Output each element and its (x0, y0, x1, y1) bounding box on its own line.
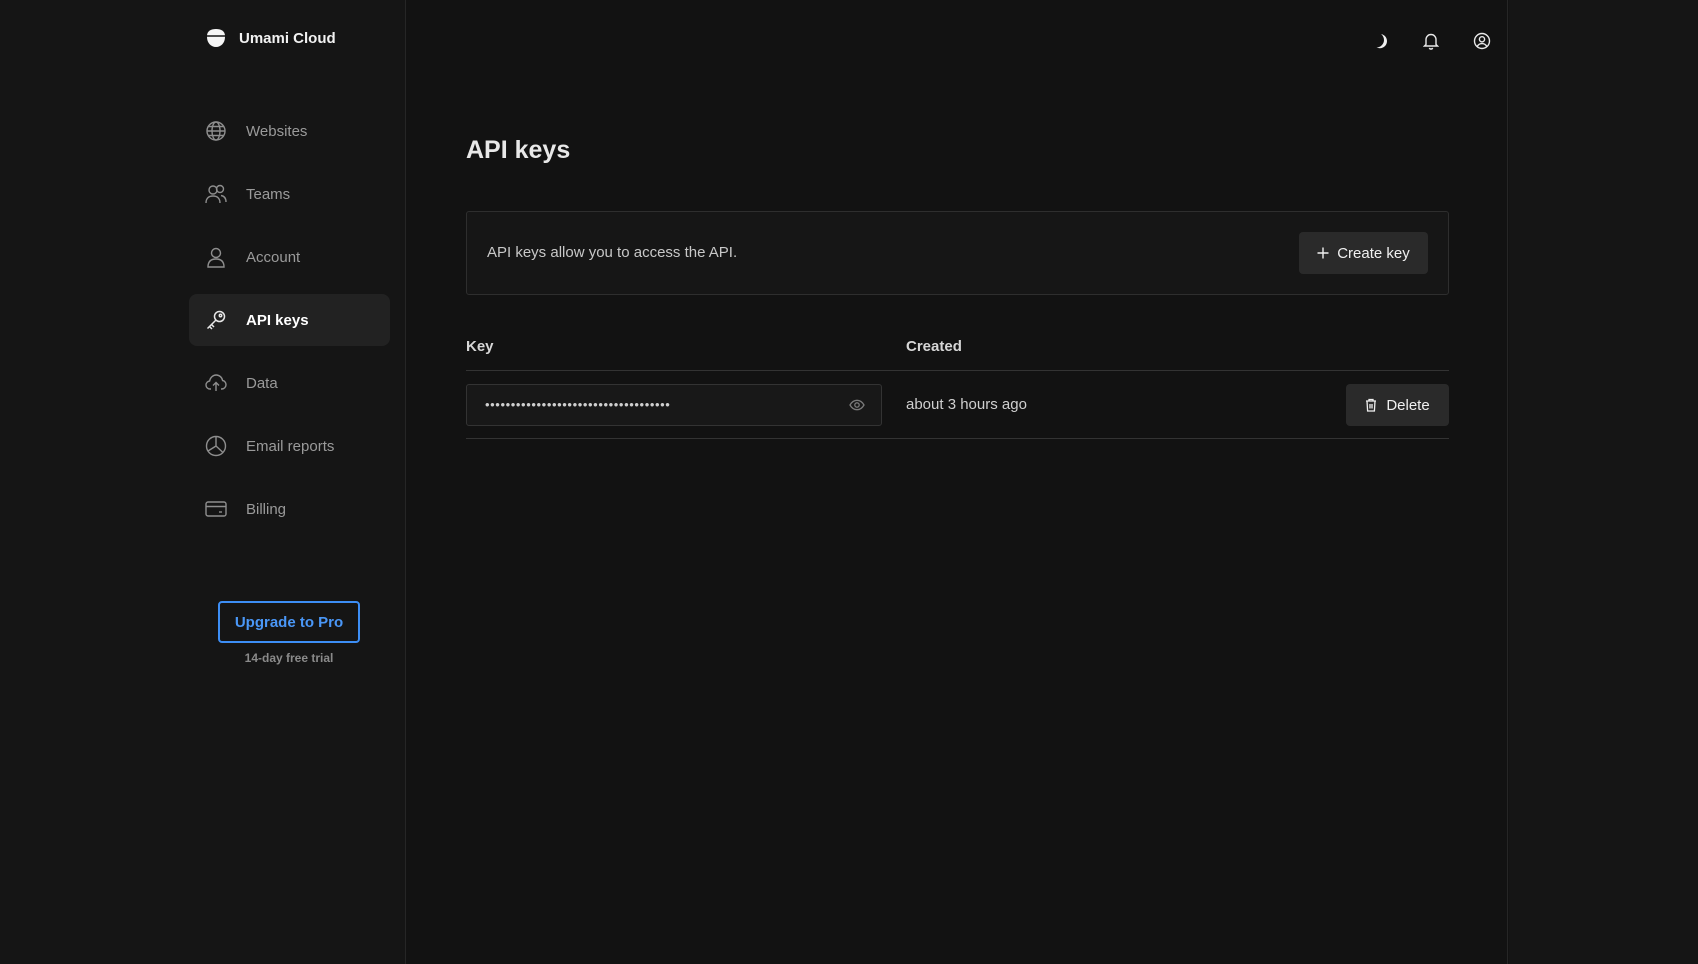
plus-icon (1317, 247, 1329, 259)
sidebar-item-teams[interactable]: Teams (189, 168, 390, 220)
umami-logo-icon (206, 29, 226, 47)
left-gutter (0, 0, 189, 964)
sidebar-item-websites[interactable]: Websites (189, 105, 390, 157)
sidebar-item-label: Account (246, 248, 301, 266)
sidebar-item-label: API keys (246, 311, 309, 329)
app-name: Umami Cloud (239, 29, 336, 47)
user-circle-icon (1473, 32, 1490, 50)
trial-text: 14-day free trial (244, 651, 334, 665)
page-title: API keys (466, 136, 571, 164)
credit-card-icon (205, 498, 227, 520)
sidebar-item-data[interactable]: Data (189, 357, 390, 409)
theme-toggle-button[interactable] (1354, 26, 1405, 56)
api-key-value: •••••••••••••••••••••••••••••••••••• (485, 397, 671, 412)
sidebar-item-account[interactable]: Account (189, 231, 390, 283)
api-key-field[interactable]: •••••••••••••••••••••••••••••••••••• (466, 384, 882, 426)
api-info-text: API keys allow you to access the API. (487, 244, 738, 261)
sidebar-item-label: Email reports (246, 437, 335, 455)
trash-icon (1366, 398, 1377, 412)
sidebar-item-label: Websites (246, 122, 308, 140)
column-header-key: Key (466, 338, 494, 355)
globe-icon (205, 120, 227, 142)
upgrade-button[interactable]: Upgrade to Pro (218, 601, 360, 643)
users-icon (205, 183, 227, 205)
delete-key-label: Delete (1386, 396, 1430, 414)
sidebar-item-email-reports[interactable]: Email reports (189, 420, 390, 472)
app-logo[interactable]: Umami Cloud (205, 28, 336, 48)
bell-icon (1422, 33, 1439, 50)
show-key-button[interactable] (849, 398, 865, 417)
api-info-panel: API keys allow you to access the API. Cr… (466, 211, 1449, 295)
main-content: API keys API keys allow you to access th… (406, 0, 1508, 964)
pie-chart-icon (205, 435, 227, 457)
sidebar-item-label: Billing (246, 500, 287, 518)
cloud-upload-icon (205, 372, 227, 394)
create-key-label: Create key (1337, 244, 1410, 262)
right-gutter (1509, 0, 1698, 964)
table-header: Key Created (466, 329, 1449, 371)
header-toolbar (1354, 26, 1507, 56)
sidebar-item-label: Teams (246, 185, 291, 203)
table-row: •••••••••••••••••••••••••••••••••••• abo… (466, 371, 1449, 439)
moon-icon (1376, 34, 1387, 49)
user-icon (205, 246, 227, 268)
sidebar: Umami Cloud Websites Teams Account API k… (189, 0, 406, 964)
key-icon (205, 309, 227, 331)
profile-button[interactable] (1456, 26, 1507, 56)
column-header-created: Created (906, 338, 962, 355)
sidebar-item-api-keys[interactable]: API keys (189, 294, 390, 346)
create-key-button[interactable]: Create key (1299, 232, 1428, 274)
sidebar-item-billing[interactable]: Billing (189, 483, 390, 535)
created-time: about 3 hours ago (906, 396, 1027, 413)
sidebar-nav: Websites Teams Account API keys Data Ema… (189, 105, 390, 546)
eye-icon (849, 399, 865, 411)
notifications-button[interactable] (1405, 26, 1456, 56)
api-keys-table: Key Created ••••••••••••••••••••••••••••… (466, 329, 1449, 439)
delete-key-button[interactable]: Delete (1346, 384, 1449, 426)
sidebar-item-label: Data (246, 374, 278, 392)
